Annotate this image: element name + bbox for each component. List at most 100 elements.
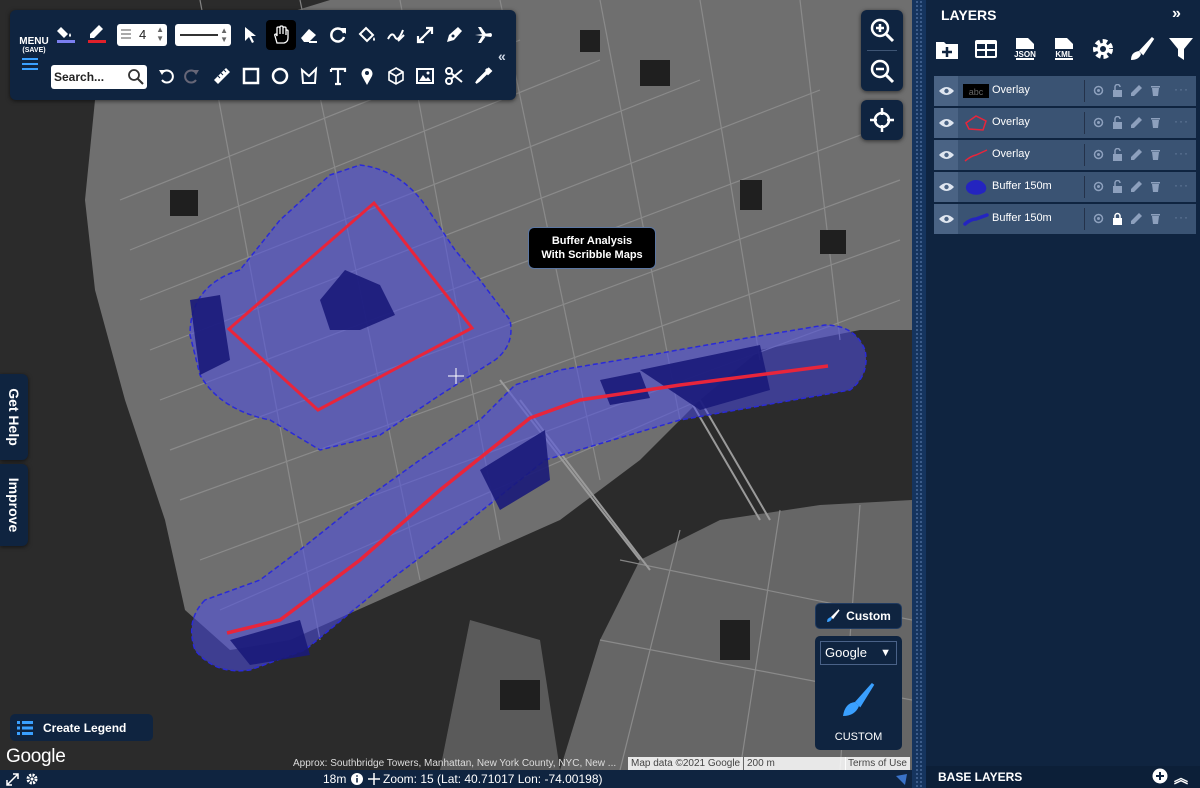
target-icon[interactable] [1092, 84, 1106, 98]
gear-icon[interactable] [25, 772, 39, 786]
improve-tab[interactable]: Improve [0, 464, 28, 546]
layer-row[interactable]: Buffer 150m ··· [934, 204, 1196, 234]
unlock-icon[interactable] [1111, 115, 1125, 130]
more-options-icon[interactable]: ··· [1174, 210, 1189, 224]
ruler-icon[interactable] [209, 63, 235, 89]
line-width-value: 4 [139, 27, 147, 42]
terms-link[interactable]: Terms of Use [845, 757, 910, 770]
table-icon[interactable] [971, 34, 1001, 64]
more-options-icon[interactable]: ··· [1174, 146, 1189, 160]
filter-icon[interactable] [1166, 34, 1196, 64]
edit-pencil-icon[interactable] [1130, 84, 1144, 98]
map-callout[interactable]: Buffer Analysis With Scribble Maps [528, 227, 656, 269]
zoom-in-icon[interactable] [861, 10, 903, 50]
create-legend-button[interactable]: Create Legend [10, 714, 153, 741]
hamburger-icon[interactable] [22, 58, 38, 72]
rectangle-icon[interactable] [238, 63, 264, 89]
target-icon[interactable] [1092, 116, 1106, 130]
target-icon[interactable] [1092, 180, 1106, 194]
scissors-icon[interactable] [441, 63, 467, 89]
text-icon[interactable] [325, 63, 351, 89]
unlock-icon[interactable] [1111, 147, 1125, 162]
zoom-out-icon[interactable] [861, 51, 903, 91]
pen-nib-icon[interactable] [441, 22, 467, 48]
json-export-icon[interactable]: JSON [1010, 34, 1040, 64]
map-canvas[interactable] [0, 0, 912, 770]
unlock-icon[interactable] [1111, 83, 1125, 98]
map-type-icon[interactable] [895, 773, 908, 786]
airplane-icon[interactable] [470, 22, 496, 48]
collapse-toolbar-icon[interactable]: « [498, 48, 506, 64]
map-marker-icon[interactable] [354, 63, 380, 89]
undo-icon[interactable] [154, 63, 180, 89]
kml-export-icon[interactable]: KML [1049, 34, 1079, 64]
trash-icon[interactable] [1149, 84, 1163, 98]
base-layers-bar[interactable]: BASE LAYERS ︽ [926, 766, 1200, 788]
map-source-select[interactable]: Google ▼ [820, 641, 897, 665]
visibility-eye-icon[interactable] [934, 140, 958, 170]
scribble-pen-icon[interactable] [383, 22, 409, 48]
visibility-eye-icon[interactable] [934, 108, 958, 138]
edit-pencil-icon[interactable] [1130, 116, 1144, 130]
image-icon[interactable] [412, 63, 438, 89]
add-layer-icon[interactable] [932, 34, 962, 64]
eyedropper-icon[interactable] [470, 63, 496, 89]
map-tiles [0, 0, 912, 770]
custom-brush-icon[interactable] [841, 682, 875, 718]
edit-pencil-icon[interactable] [1130, 212, 1144, 226]
base-layers-title: BASE LAYERS [938, 770, 1023, 784]
layer-row[interactable]: Buffer 150m ··· [934, 172, 1196, 202]
visibility-eye-icon[interactable] [934, 76, 958, 106]
fill-color-icon[interactable] [53, 20, 79, 46]
polygon-icon[interactable] [296, 63, 322, 89]
visibility-eye-icon[interactable] [934, 172, 958, 202]
panel-splitter[interactable] [912, 0, 926, 788]
expand-base-layers-icon[interactable]: ︽ [1174, 768, 1188, 788]
info-icon[interactable] [351, 773, 363, 785]
style-brush-icon[interactable] [1127, 34, 1157, 64]
custom-style-button[interactable]: Custom [815, 603, 902, 629]
redo-icon[interactable] [178, 63, 204, 89]
json-label: JSON [1014, 50, 1036, 59]
stroke-color-icon[interactable] [84, 20, 110, 46]
more-options-icon[interactable]: ··· [1174, 114, 1189, 128]
layer-row[interactable]: Overlay ··· [934, 108, 1196, 138]
expand-icon[interactable] [6, 773, 19, 786]
collapse-panel-icon[interactable]: » [1172, 5, 1181, 23]
visibility-eye-icon[interactable] [934, 204, 958, 234]
line-style-select[interactable]: ▲ ▼ [175, 24, 231, 46]
menu-button[interactable]: MENU (SAVE) [16, 36, 52, 55]
select-arrow-icon[interactable] [238, 22, 264, 48]
hand-pan-icon[interactable] [266, 20, 296, 50]
paint-bucket-icon[interactable] [354, 22, 380, 48]
target-icon[interactable] [1092, 148, 1106, 162]
more-options-icon[interactable]: ··· [1174, 178, 1189, 192]
map-source-panel: Google ▼ CUSTOM [815, 636, 902, 750]
circle-icon[interactable] [267, 63, 293, 89]
trash-icon[interactable] [1149, 148, 1163, 162]
crosshair-locate-icon[interactable] [861, 100, 903, 140]
unlock-icon[interactable] [1111, 179, 1125, 194]
search-icon[interactable] [127, 68, 145, 86]
eraser-icon[interactable] [296, 22, 322, 48]
trash-icon[interactable] [1149, 180, 1163, 194]
more-options-icon[interactable]: ··· [1174, 82, 1189, 96]
get-help-tab[interactable]: Get Help [0, 374, 28, 460]
stepper-arrows-icon[interactable]: ▲ ▼ [156, 25, 164, 43]
trash-icon[interactable] [1149, 116, 1163, 130]
edit-pencil-icon[interactable] [1130, 180, 1144, 194]
settings-gear-icon[interactable] [1088, 34, 1118, 64]
lock-icon[interactable] [1111, 212, 1125, 226]
layer-row[interactable]: Overlay ··· [934, 140, 1196, 170]
layer-row[interactable]: abc Overlay ··· [934, 76, 1196, 106]
line-width-icon [121, 29, 131, 41]
trash-icon[interactable] [1149, 212, 1163, 226]
cube-icon[interactable] [383, 63, 409, 89]
target-icon[interactable] [1092, 212, 1106, 226]
add-base-layer-icon[interactable] [1152, 768, 1168, 784]
resize-icon[interactable] [412, 22, 438, 48]
select-arrows-icon[interactable]: ▲ ▼ [220, 26, 228, 44]
line-width-stepper[interactable]: 4 ▲ ▼ [117, 24, 167, 46]
edit-pencil-icon[interactable] [1130, 148, 1144, 162]
refresh-icon[interactable] [325, 22, 351, 48]
